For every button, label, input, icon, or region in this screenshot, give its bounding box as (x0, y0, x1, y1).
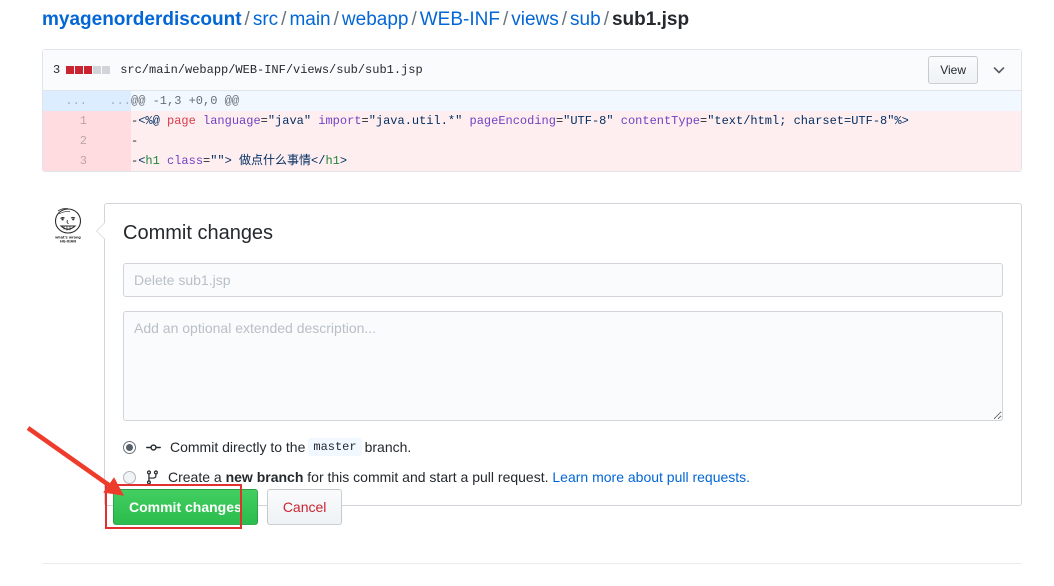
diff-line-number-new (87, 131, 131, 151)
diff-line-marker: - (131, 134, 139, 148)
diff-stat-block-neutral (93, 66, 102, 74)
breadcrumb-item-webapp[interactable]: webapp (342, 9, 409, 30)
branch-name-badge: master (308, 438, 362, 456)
avatar: what's wrong HG-XIAN (48, 205, 88, 245)
commit-option-direct-text-before: Commit directly to the (170, 439, 306, 455)
commit-option-new-branch[interactable]: Create a new branch for this commit and … (123, 469, 1003, 485)
breadcrumb: myagenorderdiscount / src / main / webapp / WEB-… (42, 7, 689, 33)
breadcrumb-separator: / (333, 9, 339, 30)
diff-line-deleted: 1 -<%@ page language="java" import="java… (43, 111, 1021, 131)
new-branch-emphasis: new branch (225, 469, 304, 485)
diff-stat-block-deletion (84, 66, 93, 74)
chevron-down-icon[interactable] (986, 57, 1012, 83)
breadcrumb-separator: / (244, 9, 250, 30)
diff-file-header: 3 src/main/webapp/WEB-INF/views/sub/sub1… (43, 50, 1021, 91)
diff-stat-blocks (66, 66, 111, 74)
view-button[interactable]: View (928, 56, 978, 84)
radio-commit-directly[interactable] (123, 440, 136, 454)
diff-stat-block-deletion (66, 66, 75, 74)
diff-table: ... ... @@ -1,3 +0,0 @@ 1 -<%@ page lang… (43, 91, 1021, 171)
commit-summary-input[interactable] (123, 263, 1003, 297)
diff-panel: 3 src/main/webapp/WEB-INF/views/sub/sub1… (42, 49, 1022, 172)
breadcrumb-separator: / (281, 9, 287, 30)
breadcrumb-separator: / (502, 9, 509, 30)
diff-hunk-header: @@ -1,3 +0,0 @@ (131, 91, 1021, 111)
commit-changes-card: Commit changes Commit directly to the ma… (96, 203, 1022, 506)
diff-line-number-old: 1 (43, 111, 87, 131)
diff-changed-count: 3 (53, 63, 61, 77)
commit-description-textarea[interactable] (123, 311, 1003, 421)
diff-line-number-new (87, 151, 131, 171)
pull-requests-learn-more-link[interactable]: Learn more about pull requests. (552, 469, 750, 485)
breadcrumb-repo[interactable]: myagenorderdiscount (42, 9, 242, 30)
breadcrumb-item-sub[interactable]: sub (570, 9, 601, 30)
diff-line-deleted: 2 - (43, 131, 1021, 151)
new-branch-text-after: for this commit and start a pull request… (307, 469, 549, 485)
git-commit-icon (146, 440, 161, 455)
breadcrumb-current-file: sub1.jsp (611, 9, 690, 30)
diff-hunk-new-gutter: ... (87, 91, 131, 111)
diff-line-number-new (87, 111, 131, 131)
diff-line-code: - (131, 131, 1021, 151)
footer-divider (42, 563, 1022, 564)
breadcrumb-separator: / (411, 9, 417, 30)
diff-line-number-old: 2 (43, 131, 87, 151)
breadcrumb-item-web-inf[interactable]: WEB-INF (420, 9, 500, 30)
diff-line-code: -<%@ page language="java" import="java.u… (131, 111, 1021, 131)
breadcrumb-item-src[interactable]: src (253, 9, 278, 30)
page-title: Commit changes (123, 222, 274, 244)
commit-changes-button[interactable]: Commit changes (113, 489, 258, 525)
diff-file-path: src/main/webapp/WEB-INF/views/sub/sub1.j… (120, 63, 423, 77)
diff-line-deleted: 3 -<h1 class=""> 做点什么事情</h1> (43, 151, 1021, 171)
commit-option-direct[interactable]: Commit directly to the master branch. (123, 438, 1003, 456)
diff-stat-block-neutral (102, 66, 111, 74)
git-branch-icon (146, 469, 159, 485)
breadcrumb-item-views[interactable]: views (511, 9, 559, 30)
diff-line-code: -<h1 class=""> 做点什么事情</h1> (131, 151, 1021, 171)
diff-hunk-row: ... ... @@ -1,3 +0,0 @@ (43, 91, 1021, 111)
breadcrumb-separator: / (561, 9, 568, 30)
breadcrumb-separator: / (603, 9, 609, 30)
diff-hunk-old-gutter: ... (43, 91, 87, 111)
svg-text:HG-XIAN: HG-XIAN (60, 239, 76, 243)
diff-line-number-old: 3 (43, 151, 87, 171)
diff-stat-block-deletion (75, 66, 84, 74)
cancel-button[interactable]: Cancel (266, 489, 343, 525)
radio-create-new-branch[interactable] (123, 470, 136, 484)
breadcrumb-item-main[interactable]: main (289, 9, 330, 30)
form-actions: Commit changes Cancel (113, 489, 343, 525)
new-branch-text-before: Create a (168, 469, 222, 485)
commit-option-direct-text-after: branch. (364, 439, 412, 455)
